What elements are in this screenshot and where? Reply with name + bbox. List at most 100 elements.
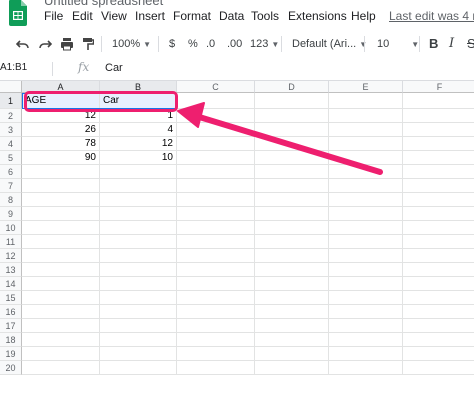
- cell-e17[interactable]: [329, 319, 403, 333]
- cell-a19[interactable]: [22, 347, 100, 361]
- menu-extensions[interactable]: Extensions: [288, 9, 347, 23]
- cell-e13[interactable]: [329, 263, 403, 277]
- menu-edit[interactable]: Edit: [72, 9, 93, 23]
- name-box[interactable]: A1:B1: [0, 62, 44, 73]
- cell-f6[interactable]: [403, 165, 474, 179]
- cell-e12[interactable]: [329, 249, 403, 263]
- cell-c8[interactable]: [177, 193, 255, 207]
- cell-d16[interactable]: [255, 305, 329, 319]
- row-header-7[interactable]: 7: [0, 179, 22, 193]
- cell-d14[interactable]: [255, 277, 329, 291]
- cell-a18[interactable]: [22, 333, 100, 347]
- cell-e18[interactable]: [329, 333, 403, 347]
- cell-b5[interactable]: 10: [100, 151, 177, 165]
- cell-f15[interactable]: [403, 291, 474, 305]
- row-header-2[interactable]: 2: [0, 109, 22, 123]
- strikethrough-button[interactable]: S: [467, 34, 474, 54]
- column-header-e[interactable]: E: [329, 81, 403, 93]
- cell-d8[interactable]: [255, 193, 329, 207]
- cell-b8[interactable]: [100, 193, 177, 207]
- undo-icon[interactable]: [16, 38, 30, 50]
- currency-format-button[interactable]: $: [169, 34, 175, 54]
- cell-d1[interactable]: [255, 93, 329, 109]
- menu-help[interactable]: Help: [351, 9, 376, 23]
- cell-b4[interactable]: 12: [100, 137, 177, 151]
- cell-e16[interactable]: [329, 305, 403, 319]
- last-edit-link[interactable]: Last edit was 4 mi: [389, 9, 474, 23]
- cell-c5[interactable]: [177, 151, 255, 165]
- cell-d7[interactable]: [255, 179, 329, 193]
- cell-a14[interactable]: [22, 277, 100, 291]
- cell-c11[interactable]: [177, 235, 255, 249]
- cell-f18[interactable]: [403, 333, 474, 347]
- cell-c4[interactable]: [177, 137, 255, 151]
- cell-c9[interactable]: [177, 207, 255, 221]
- cell-e4[interactable]: [329, 137, 403, 151]
- row-header-19[interactable]: 19: [0, 347, 22, 361]
- increase-decimal-button[interactable]: .00: [227, 34, 242, 54]
- cell-f19[interactable]: [403, 347, 474, 361]
- zoom-select[interactable]: 100% ▼: [112, 34, 151, 54]
- row-header-11[interactable]: 11: [0, 235, 22, 249]
- bold-button[interactable]: B: [429, 34, 438, 54]
- cell-c16[interactable]: [177, 305, 255, 319]
- cell-a4[interactable]: 78: [22, 137, 100, 151]
- cell-f11[interactable]: [403, 235, 474, 249]
- cell-b14[interactable]: [100, 277, 177, 291]
- cell-b11[interactable]: [100, 235, 177, 249]
- paint-format-icon[interactable]: [82, 37, 94, 51]
- cell-e8[interactable]: [329, 193, 403, 207]
- italic-button[interactable]: I: [449, 34, 454, 54]
- cell-b16[interactable]: [100, 305, 177, 319]
- cell-d13[interactable]: [255, 263, 329, 277]
- print-icon[interactable]: [60, 37, 74, 51]
- font-select[interactable]: Default (Ari...▼: [292, 34, 367, 54]
- cell-e9[interactable]: [329, 207, 403, 221]
- cell-b10[interactable]: [100, 221, 177, 235]
- row-header-6[interactable]: 6: [0, 165, 22, 179]
- cell-a20[interactable]: [22, 361, 100, 375]
- cell-b17[interactable]: [100, 319, 177, 333]
- row-header-3[interactable]: 3: [0, 123, 22, 137]
- cell-c15[interactable]: [177, 291, 255, 305]
- cell-d11[interactable]: [255, 235, 329, 249]
- cell-e1[interactable]: [329, 93, 403, 109]
- cell-a9[interactable]: [22, 207, 100, 221]
- cell-a10[interactable]: [22, 221, 100, 235]
- cell-f3[interactable]: [403, 123, 474, 137]
- cell-d17[interactable]: [255, 319, 329, 333]
- cell-a7[interactable]: [22, 179, 100, 193]
- cell-e11[interactable]: [329, 235, 403, 249]
- cell-a15[interactable]: [22, 291, 100, 305]
- menu-format[interactable]: Format: [173, 9, 211, 23]
- cell-c20[interactable]: [177, 361, 255, 375]
- row-header-14[interactable]: 14: [0, 277, 22, 291]
- cell-f7[interactable]: [403, 179, 474, 193]
- cell-b13[interactable]: [100, 263, 177, 277]
- cell-c18[interactable]: [177, 333, 255, 347]
- cell-f8[interactable]: [403, 193, 474, 207]
- cell-b20[interactable]: [100, 361, 177, 375]
- row-header-17[interactable]: 17: [0, 319, 22, 333]
- cell-f9[interactable]: [403, 207, 474, 221]
- cell-c6[interactable]: [177, 165, 255, 179]
- cell-c13[interactable]: [177, 263, 255, 277]
- cell-c1[interactable]: [177, 93, 255, 109]
- cell-c19[interactable]: [177, 347, 255, 361]
- cell-b12[interactable]: [100, 249, 177, 263]
- cell-f12[interactable]: [403, 249, 474, 263]
- cell-e10[interactable]: [329, 221, 403, 235]
- cell-d10[interactable]: [255, 221, 329, 235]
- menu-insert[interactable]: Insert: [135, 9, 165, 23]
- cell-c12[interactable]: [177, 249, 255, 263]
- number-format-select[interactable]: 123 ▼: [250, 34, 279, 54]
- cell-c10[interactable]: [177, 221, 255, 235]
- cell-d18[interactable]: [255, 333, 329, 347]
- cell-d5[interactable]: [255, 151, 329, 165]
- cell-c7[interactable]: [177, 179, 255, 193]
- cell-d19[interactable]: [255, 347, 329, 361]
- cell-d9[interactable]: [255, 207, 329, 221]
- redo-icon[interactable]: [38, 38, 52, 50]
- sheets-logo-icon[interactable]: [8, 0, 28, 26]
- row-header-8[interactable]: 8: [0, 193, 22, 207]
